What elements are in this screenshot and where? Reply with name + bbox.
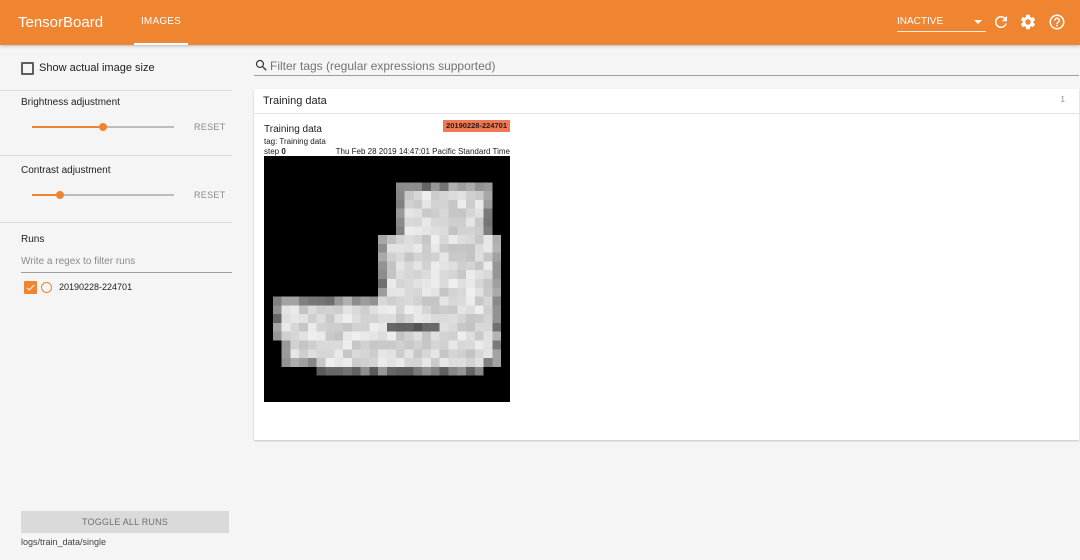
- settings-icon[interactable]: [1019, 13, 1037, 31]
- refresh-icon[interactable]: [992, 13, 1010, 31]
- search-icon: [254, 58, 269, 78]
- run-name: 20190228-224701: [59, 282, 133, 292]
- run-color-radio[interactable]: [41, 282, 52, 293]
- contrast-reset-button[interactable]: RESET: [194, 190, 226, 200]
- logdir-path: logs/train_data/single: [21, 537, 107, 547]
- image-card: Training data 20190228-224701 tag: Train…: [264, 120, 510, 402]
- image-card-title: Training data: [264, 124, 322, 135]
- step-value: 0: [281, 147, 286, 156]
- slider-track: [103, 126, 174, 128]
- run-checkbox[interactable]: [24, 281, 37, 294]
- contrast-label: Contrast adjustment: [21, 165, 111, 176]
- step-label: step: [264, 147, 280, 156]
- app-header: TensorBoard IMAGES INACTIVE: [0, 0, 1080, 45]
- sidebar: Show actual image size Brightness adjust…: [0, 45, 232, 560]
- help-icon[interactable]: [1048, 13, 1066, 31]
- contrast-section: Contrast adjustment RESET: [0, 156, 232, 223]
- brightness-label: Brightness adjustment: [21, 97, 120, 108]
- image-timestamp: Thu Feb 28 2019 14:47:01 Pacific Standar…: [335, 147, 510, 156]
- slider-knob[interactable]: [99, 123, 107, 131]
- checkbox-box[interactable]: [21, 62, 34, 75]
- slider-track: [60, 194, 174, 196]
- brightness-section: Brightness adjustment RESET: [0, 91, 232, 156]
- category-count: 1: [1060, 95, 1065, 104]
- contrast-slider[interactable]: [32, 190, 174, 200]
- slider-track-filled: [32, 126, 103, 128]
- runs-title: Runs: [21, 234, 45, 245]
- image-tag: tag: Training data: [264, 137, 326, 146]
- brightness-reset-button[interactable]: RESET: [194, 122, 226, 132]
- image-size-section: Show actual image size: [0, 45, 232, 91]
- plugin-selector-value: INACTIVE: [897, 16, 944, 27]
- runs-filter-input[interactable]: Write a regex to filter runs: [21, 256, 232, 273]
- category-title: Training data: [263, 95, 327, 107]
- image-step: step 0: [264, 147, 286, 156]
- toggle-all-runs-button[interactable]: TOGGLE ALL RUNS: [21, 511, 229, 533]
- tab-images-label: IMAGES: [140, 16, 182, 27]
- tab-images[interactable]: IMAGES: [134, 0, 188, 45]
- app-title: TensorBoard: [18, 14, 104, 31]
- brightness-slider[interactable]: [32, 122, 174, 132]
- category-header[interactable]: Training data 1: [254, 89, 1079, 114]
- tag-filter-input[interactable]: Filter tags (regular expressions support…: [254, 57, 1079, 76]
- chevron-down-icon: [974, 20, 982, 24]
- run-badge: 20190228-224701: [443, 120, 510, 132]
- slider-knob[interactable]: [56, 191, 65, 199]
- plugin-selector[interactable]: INACTIVE: [897, 14, 986, 32]
- show-actual-size-label: Show actual image size: [39, 62, 155, 74]
- ankle-boot-image: [272, 182, 502, 376]
- category-pane: Training data 1 Training data 20190228-2…: [254, 89, 1079, 440]
- training-image[interactable]: [264, 156, 510, 402]
- tag-filter-placeholder: Filter tags (regular expressions support…: [270, 59, 496, 73]
